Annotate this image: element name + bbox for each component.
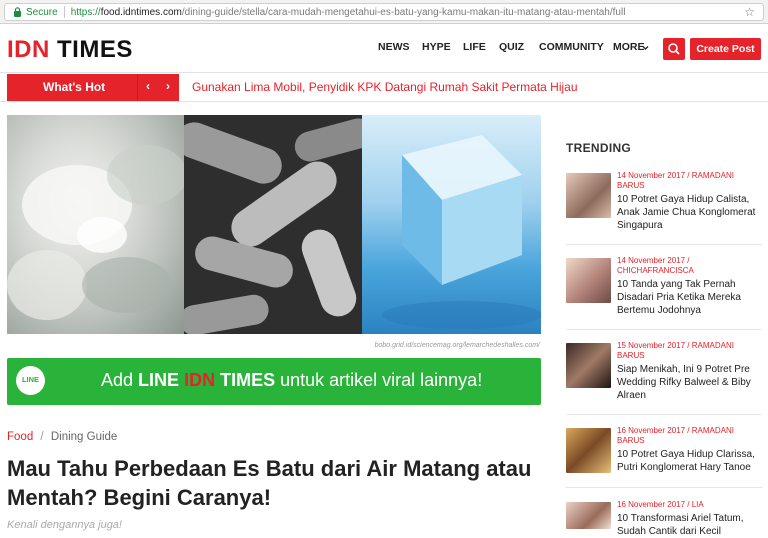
logo-idn: IDN [7, 36, 50, 63]
lock-icon [14, 7, 21, 17]
chevron-down-icon [642, 46, 649, 50]
trending-date: 14 November 2017 [617, 256, 686, 265]
trending-title[interactable]: 10 Transformasi Ariel Tatum, Sudah Canti… [617, 512, 762, 538]
breadcrumb-dining-guide[interactable]: Dining Guide [51, 431, 117, 443]
line-app-icon: LINE [16, 366, 45, 395]
trending-thumbnail[interactable] [566, 258, 611, 303]
hot-nav-arrows: ‹ › [137, 74, 179, 101]
nav-news[interactable]: NEWS [378, 41, 410, 53]
breadcrumb-food[interactable]: Food [7, 431, 33, 443]
article-subtitle: Kenali dengannya juga! [7, 519, 122, 531]
nav-hype[interactable]: HYPE [422, 41, 451, 53]
secure-label: Secure [26, 6, 58, 18]
trending-date: 16 November 2017 [617, 426, 686, 435]
line-banner-post: untuk artikel viral lainnya! [275, 370, 483, 390]
trending-title[interactable]: 10 Tanda yang Tak Pernah Disadari Pria K… [617, 278, 762, 317]
url-separator [63, 6, 65, 18]
trending-meta: 15 November 2017 / RAMADANI BARUS [617, 341, 734, 360]
url-host: food.idntimes.com [100, 6, 182, 18]
trending-thumbnail[interactable] [566, 173, 611, 218]
nav-more[interactable]: MORE [613, 41, 645, 53]
line-add-banner[interactable]: LINE Add LINE IDN TIMES untuk artikel vi… [7, 358, 541, 405]
whats-hot-label: What's Hot [7, 74, 137, 101]
site-header: IDN TIMES NEWS HYPE LIFE QUIZ COMMUNITY … [0, 24, 768, 72]
trending-heading: TRENDING [566, 141, 632, 155]
breadcrumb: Food / Dining Guide [7, 431, 117, 443]
trending-title[interactable]: 10 Potret Gaya Hidup Clarissa, Putri Kon… [617, 448, 762, 474]
image-credit: bobo.grid.id/sciencemag.org/lemarchedesh… [374, 342, 540, 349]
line-banner-pre: Add [101, 370, 139, 390]
nav-life[interactable]: LIFE [463, 41, 486, 53]
breadcrumb-separator: / [40, 431, 44, 443]
trending-date: 16 November 2017 [617, 500, 686, 509]
trending-thumbnail[interactable] [566, 502, 611, 529]
trending-divider [566, 487, 762, 488]
trending-date: 14 November 2017 [617, 171, 686, 180]
bookmark-star-icon[interactable]: ☆ [744, 5, 755, 19]
line-banner-idn: IDN [184, 370, 216, 390]
prev-arrow-icon[interactable]: ‹ [146, 79, 150, 93]
whats-hot-bar: What's Hot ‹ › Gunakan Lima Mobil, Penyi… [0, 72, 768, 102]
trending-meta: 14 November 2017 / RAMADANI BARUS [617, 171, 734, 190]
nav-quiz[interactable]: QUIZ [499, 41, 524, 53]
hero-panel-bacteria [176, 115, 374, 334]
search-icon [668, 43, 680, 55]
article-title: Mau Tahu Perbedaan Es Batu dari Air Mata… [7, 456, 532, 510]
hero-panel-ice-cloudy [7, 115, 187, 334]
trending-divider [566, 414, 762, 415]
hot-headline-link[interactable]: Gunakan Lima Mobil, Penyidik KPK Datangi… [192, 80, 578, 94]
line-banner-text: Add LINE IDN TIMES untuk artikel viral l… [101, 370, 482, 391]
url-scheme: https:// [70, 6, 101, 18]
trending-meta: 16 November 2017 / RAMADANI BARUS [617, 426, 734, 445]
logo-times: TIMES [57, 36, 133, 63]
url-field[interactable]: Secure https:// food.idntimes.com /dinin… [4, 3, 764, 21]
trending-author[interactable]: LIA [692, 500, 704, 509]
url-path: /dining-guide/stella/cara-mudah-mengetah… [181, 6, 626, 18]
trending-meta: 14 November 2017 / CHICHAFRANCISCA [617, 256, 694, 275]
line-icon-label: LINE [21, 375, 40, 384]
nav-community[interactable]: COMMUNITY [539, 41, 604, 53]
line-banner-times: TIMES [220, 370, 276, 390]
trending-title[interactable]: Siap Menikah, Ini 9 Potret Pre Wedding R… [617, 363, 762, 402]
trending-thumbnail[interactable] [566, 428, 611, 473]
next-arrow-icon[interactable]: › [166, 79, 170, 93]
trending-divider [566, 329, 762, 330]
site-logo[interactable]: IDN TIMES [7, 36, 133, 64]
search-button[interactable] [663, 38, 685, 60]
hero-image [7, 115, 541, 334]
browser-address-bar: Secure https:// food.idntimes.com /dinin… [0, 0, 768, 24]
trending-thumbnail[interactable] [566, 343, 611, 388]
create-post-button[interactable]: Create Post [690, 38, 761, 60]
trending-meta: 16 November 2017 / LIA [617, 500, 704, 509]
line-banner-line: LINE [138, 370, 180, 390]
trending-author[interactable]: CHICHAFRANCISCA [617, 266, 694, 275]
hero-panel-ice-cube [362, 115, 541, 334]
trending-date: 15 November 2017 [617, 341, 686, 350]
trending-title[interactable]: 10 Potret Gaya Hidup Calista, Anak Jamie… [617, 193, 762, 232]
trending-divider [566, 244, 762, 245]
